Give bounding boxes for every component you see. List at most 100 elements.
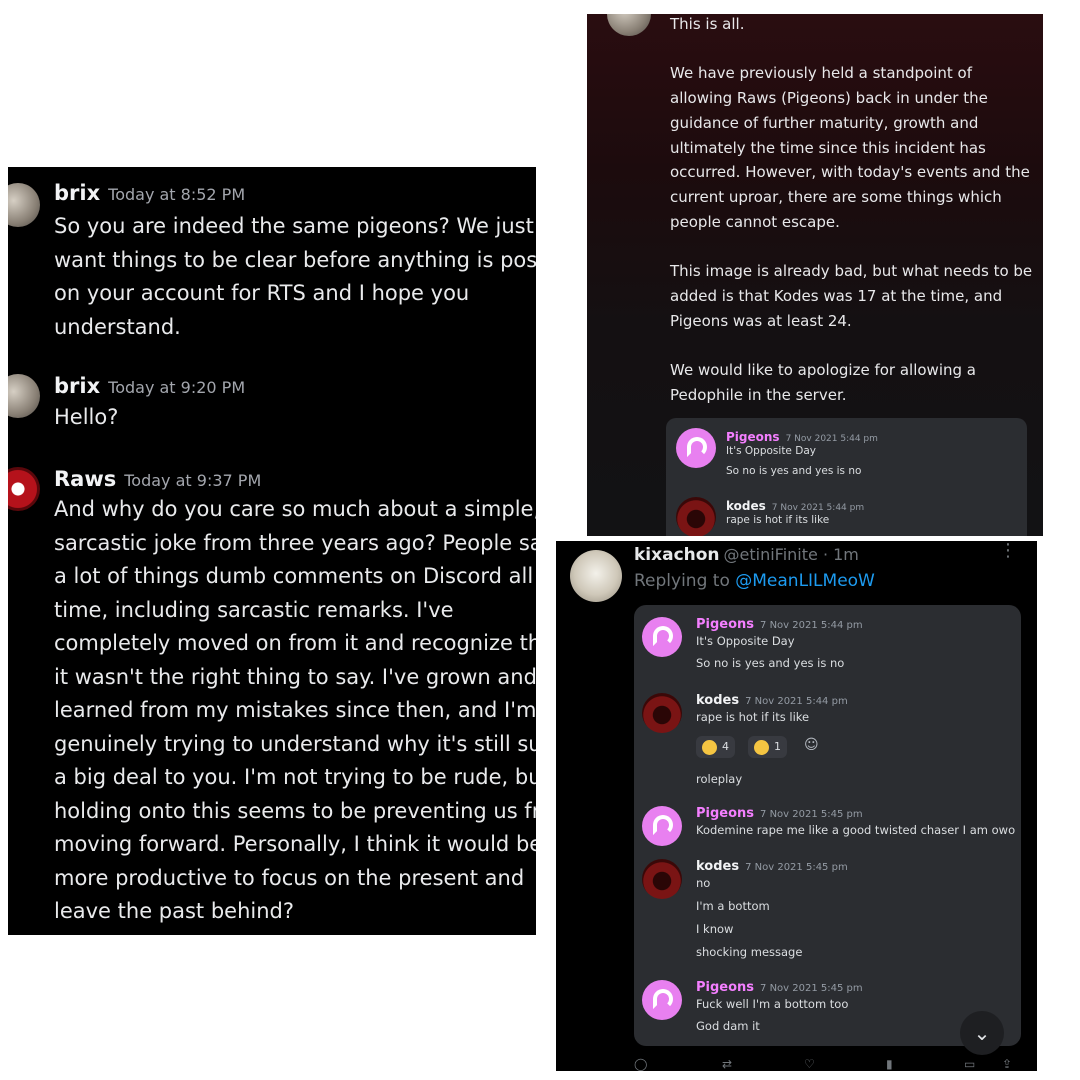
reaction-count: 1	[774, 740, 781, 753]
username: Pigeons	[696, 980, 755, 995]
message-line: a lot of things dumb comments on Discord…	[54, 564, 536, 588]
username: Pigeons	[726, 430, 780, 444]
message-line: And why do you care so much about a simp…	[54, 497, 536, 521]
message-line: God dam it	[696, 1019, 760, 1033]
add-reaction-icon[interactable]: ☺	[804, 737, 819, 753]
replying-to: Replying to @MeanLILMeoW	[634, 571, 875, 591]
author-avatar	[607, 14, 651, 36]
timestamp: 7 Nov 2021 5:45 pm	[760, 983, 863, 994]
handle-and-time: @etiniFinite · 1m	[723, 545, 859, 564]
message-line: more productive to focus on the present …	[54, 865, 525, 890]
announcement-line: added is that Kodes was 17 at the time, …	[670, 287, 1003, 305]
raws-avatar	[8, 467, 40, 511]
message-line: Kodemine rape me like a good twisted cha…	[696, 823, 1016, 837]
reaction-thinking[interactable]: 1	[748, 736, 787, 758]
message-header: brix Today at 8:52 PM	[54, 181, 245, 205]
announcement-line: current uproar, there are some things wh…	[670, 188, 1002, 206]
message-body: So you are indeed the same pigeons? We j…	[54, 210, 536, 344]
username[interactable]: brix	[54, 374, 100, 398]
tweet-author-avatar[interactable]	[570, 550, 622, 602]
message-line: want things to be clear before anything …	[54, 247, 536, 272]
display-name[interactable]: kixachon	[634, 545, 720, 565]
message-header: kodes 7 Nov 2021 5:45 pm	[696, 855, 848, 874]
thinking-face-emoji-icon	[754, 739, 769, 755]
brix-avatar	[8, 374, 40, 418]
message-line: rape is hot if its like	[726, 514, 830, 526]
pigeons-avatar	[642, 617, 682, 657]
neutral-face-emoji-icon	[702, 739, 717, 755]
scroll-down-icon[interactable]: ⌄	[960, 1011, 1004, 1055]
message-line: understand.	[54, 314, 181, 339]
discord-chat-screenshot: brix Today at 8:52 PM So you are indeed t…	[8, 167, 536, 935]
message-line: So no is yes and yes is no	[726, 465, 862, 477]
message-line: learned from my mistakes since then, and…	[54, 698, 536, 722]
pigeons-avatar	[676, 428, 716, 468]
tweet-action-bar: ◯ ⇄ ♡ ▮ ▭ ⇪	[634, 1057, 1021, 1071]
message-line: It's Opposite Day	[696, 634, 795, 648]
username: kodes	[696, 693, 740, 708]
message-line: leave the past behind?	[54, 899, 295, 923]
like-icon[interactable]: ♡	[804, 1057, 815, 1071]
message-line: It's Opposite Day	[726, 445, 816, 457]
message-line: Hello?	[54, 405, 119, 429]
timestamp: 7 Nov 2021 5:44 pm	[771, 503, 865, 513]
message-line: holding onto this seems to be preventing…	[54, 798, 536, 823]
replying-prefix: Replying to	[634, 571, 730, 591]
timestamp: 7 Nov 2021 5:44 pm	[785, 434, 878, 444]
retweet-icon[interactable]: ⇄	[722, 1057, 732, 1071]
message-header: brix Today at 9:20 PM	[54, 374, 245, 398]
bookmark-icon[interactable]: ▭	[964, 1057, 975, 1071]
announcement-line: ultimately the time since this incident …	[670, 139, 986, 157]
message-header: kodes 7 Nov 2021 5:44 pm	[696, 689, 848, 708]
views-icon[interactable]: ▮	[886, 1057, 893, 1071]
reaction-count: 4	[722, 740, 729, 753]
message-body: Hello?	[54, 401, 536, 435]
message-header: kodes 7 Nov 2021 5:44 pm	[726, 495, 864, 514]
announcement-line: Pigeons was at least 24.	[670, 312, 852, 330]
message-header: Pigeons 7 Nov 2021 5:45 pm	[696, 802, 863, 821]
message-line: no	[696, 876, 711, 890]
username: Pigeons	[696, 806, 755, 821]
username: kodes	[696, 859, 740, 874]
message-header: Raws Today at 9:37 PM	[54, 467, 261, 491]
announcement-line: occurred. However, with today's events a…	[670, 163, 1030, 181]
reaction-neutral[interactable]: 4	[696, 736, 735, 758]
message-line: on your account for RTS and I hope you	[54, 281, 470, 305]
brix-avatar	[8, 183, 40, 227]
reply-icon[interactable]: ◯	[634, 1057, 647, 1071]
pigeons-avatar	[642, 980, 682, 1020]
more-options-icon[interactable]: ⋮	[999, 542, 1017, 560]
announcement-line: We have previously held a standpoint of	[670, 64, 973, 82]
announcement-line: This image is already bad, but what need…	[670, 262, 1033, 280]
message-line: I'm a bottom	[696, 899, 770, 913]
timestamp: 7 Nov 2021 5:44 pm	[760, 620, 863, 631]
announcement-line: people cannot escape.	[670, 213, 840, 231]
timestamp: 7 Nov 2021 5:44 pm	[745, 696, 848, 707]
message-header: Pigeons 7 Nov 2021 5:44 pm	[726, 426, 878, 445]
kodes-avatar	[642, 693, 682, 733]
username[interactable]: Raws	[54, 467, 116, 491]
message-line: completely moved on from it and recogniz…	[54, 631, 536, 655]
message-line: sarcastic joke from three years ago? Peo…	[54, 530, 536, 555]
timestamp: Today at 9:37 PM	[124, 471, 262, 490]
message-line: it wasn't the right thing to say. I've g…	[54, 664, 536, 689]
reply-mention-link[interactable]: @MeanLILMeoW	[735, 571, 875, 591]
message-line: Fuck well I'm a bottom too	[696, 997, 849, 1011]
message-line: So you are indeed the same pigeons? We j…	[54, 214, 534, 238]
pigeons-avatar	[642, 806, 682, 846]
message-header: Pigeons 7 Nov 2021 5:44 pm	[696, 613, 863, 632]
username[interactable]: brix	[54, 181, 100, 205]
message-line: roleplay	[696, 772, 743, 786]
announcement-line: allowing Raws (Pigeons) back in under th…	[670, 89, 988, 107]
message-line: moving forward. Personally, I think it w…	[54, 832, 536, 856]
kodes-avatar	[642, 859, 682, 899]
announcement-line: guidance of further maturity, growth and	[670, 114, 979, 132]
attached-discord-screenshot[interactable]: Pigeons 7 Nov 2021 5:44 pm It's Opposite …	[634, 605, 1021, 1046]
message-line: shocking message	[696, 945, 803, 959]
announcement-line: This is all.	[670, 15, 745, 33]
share-icon[interactable]: ⇪	[1002, 1057, 1012, 1071]
message-body: And why do you care so much about a simp…	[54, 493, 536, 929]
message-line: So no is yes and yes is no	[696, 656, 845, 670]
message-line: rape is hot if its like	[696, 710, 810, 724]
kodes-avatar	[676, 497, 716, 536]
